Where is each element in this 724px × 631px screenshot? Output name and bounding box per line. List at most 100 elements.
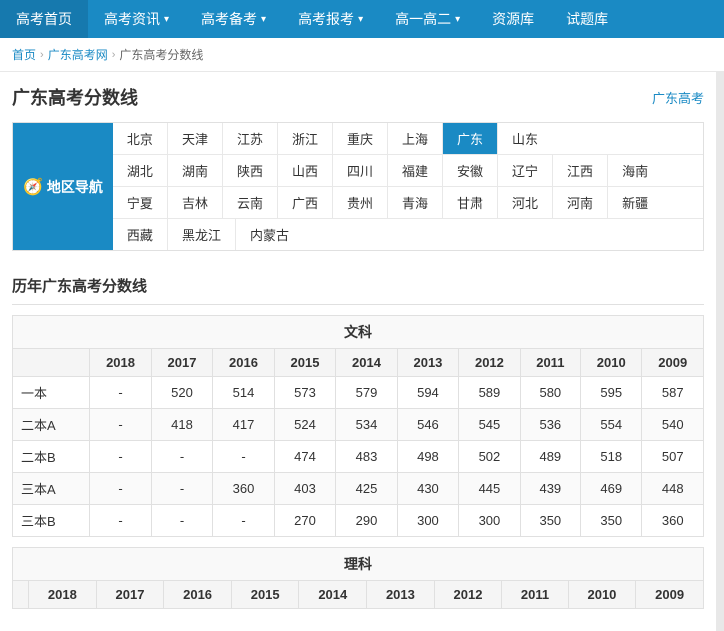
region-shaanxi[interactable]: 陕西 (223, 155, 278, 186)
table-row: 三本A - - 360 403 425 430 445 439 469 448 (13, 473, 704, 505)
nav-apply[interactable]: 高考报考 ▾ (282, 0, 379, 38)
region-henan[interactable]: 河南 (553, 187, 608, 218)
region-shanxi[interactable]: 山西 (278, 155, 333, 186)
region-hainan[interactable]: 海南 (608, 155, 662, 186)
cell: 290 (336, 505, 397, 537)
region-guizhou[interactable]: 贵州 (333, 187, 388, 218)
cell: 594 (397, 377, 458, 409)
region-sichuan[interactable]: 四川 (333, 155, 388, 186)
like-score-table: 2018 2017 2016 2015 2014 2013 2012 2011 … (12, 580, 704, 609)
region-tianjin[interactable]: 天津 (168, 123, 223, 154)
cell: 546 (397, 409, 458, 441)
cell: 540 (642, 409, 704, 441)
region-guangdong[interactable]: 广东 (443, 123, 498, 154)
like-col-2014: 2014 (299, 581, 367, 609)
wenke-col-2009: 2009 (642, 349, 704, 377)
row-label-sanbenb: 三本B (13, 505, 90, 537)
like-col-2009: 2009 (636, 581, 704, 609)
page-subtitle: 广东高考 (652, 88, 704, 107)
region-shandong[interactable]: 山东 (498, 123, 552, 154)
nav-news[interactable]: 高考资讯 ▾ (88, 0, 185, 38)
cell: 589 (459, 377, 520, 409)
cell: 448 (642, 473, 704, 505)
cell: 520 (151, 377, 212, 409)
region-guangxi[interactable]: 广西 (278, 187, 333, 218)
arrow-icon: ▾ (455, 14, 460, 25)
cell: 403 (274, 473, 335, 505)
region-jiangxi[interactable]: 江西 (553, 155, 608, 186)
region-shanghai[interactable]: 上海 (388, 123, 443, 154)
top-navigation: 高考首页 高考资讯 ▾ 高考备考 ▾ 高考报考 ▾ 高一高二 ▾ 资源库 试题库 (0, 0, 724, 38)
region-navigation: 🧭 地区导航 北京 天津 江苏 浙江 重庆 上海 广东 山东 湖北 湖南 陕西 (12, 122, 704, 251)
cell: 507 (642, 441, 704, 473)
region-hubei[interactable]: 湖北 (113, 155, 168, 186)
nav-questions[interactable]: 试题库 (550, 0, 624, 38)
nav-home[interactable]: 高考首页 (0, 0, 88, 38)
page-title-bar: 广东高考分数线 广东高考 (12, 84, 704, 110)
wenke-col-2010: 2010 (580, 349, 641, 377)
like-col-2016: 2016 (164, 581, 232, 609)
region-hunan[interactable]: 湖南 (168, 155, 223, 186)
wenke-score-table: 2018 2017 2016 2015 2014 2013 2012 2011 … (12, 348, 704, 537)
region-yunnan[interactable]: 云南 (223, 187, 278, 218)
cell: - (90, 505, 151, 537)
region-jilin[interactable]: 吉林 (168, 187, 223, 218)
table-row: 一本 - 520 514 573 579 594 589 580 595 587 (13, 377, 704, 409)
cell: - (151, 473, 212, 505)
region-row-3: 宁夏 吉林 云南 广西 贵州 青海 甘肃 河北 河南 新疆 (113, 187, 703, 219)
region-xinjiang[interactable]: 新疆 (608, 187, 662, 218)
wenke-col-2014: 2014 (336, 349, 397, 377)
wenke-col-2016: 2016 (213, 349, 274, 377)
region-zhejiang[interactable]: 浙江 (278, 123, 333, 154)
region-anhui[interactable]: 安徽 (443, 155, 498, 186)
cell: 489 (520, 441, 580, 473)
wenke-col-2018: 2018 (90, 349, 151, 377)
region-jiangsu[interactable]: 江苏 (223, 123, 278, 154)
breadcrumb-sep: › (40, 49, 44, 61)
cell: 483 (336, 441, 397, 473)
breadcrumb-guangdong[interactable]: 广东高考网 (48, 46, 108, 63)
region-ningxia[interactable]: 宁夏 (113, 187, 168, 218)
cell: 554 (580, 409, 641, 441)
region-qinghai[interactable]: 青海 (388, 187, 443, 218)
cell: - (151, 441, 212, 473)
breadcrumb-home[interactable]: 首页 (12, 46, 36, 63)
cell: 534 (336, 409, 397, 441)
compass-icon: 🧭 (23, 177, 43, 197)
arrow-icon: ▾ (358, 14, 363, 25)
cell: 524 (274, 409, 335, 441)
like-col-2011: 2011 (502, 581, 568, 609)
region-hebei[interactable]: 河北 (498, 187, 553, 218)
cell: 579 (336, 377, 397, 409)
region-nav-header: 🧭 地区导航 (13, 123, 113, 250)
cell: - (90, 377, 151, 409)
like-col-2013: 2013 (367, 581, 435, 609)
row-label-yiben: 一本 (13, 377, 90, 409)
region-xizang[interactable]: 西藏 (113, 219, 168, 250)
table-row: 三本B - - - 270 290 300 300 350 350 360 (13, 505, 704, 537)
table-row: 二本A - 418 417 524 534 546 545 536 554 54… (13, 409, 704, 441)
region-fujian[interactable]: 福建 (388, 155, 443, 186)
cell: 587 (642, 377, 704, 409)
region-nav-label: 地区导航 (47, 177, 103, 197)
cell: 469 (580, 473, 641, 505)
cell: 498 (397, 441, 458, 473)
region-liaoning[interactable]: 辽宁 (498, 155, 553, 186)
cell: 430 (397, 473, 458, 505)
region-row-1: 北京 天津 江苏 浙江 重庆 上海 广东 山东 (113, 123, 703, 155)
wenke-category-title: 文科 (12, 315, 704, 348)
region-heilongjiang[interactable]: 黑龙江 (168, 219, 236, 250)
region-chongqing[interactable]: 重庆 (333, 123, 388, 154)
nav-grade[interactable]: 高一高二 ▾ (379, 0, 476, 38)
region-rows: 北京 天津 江苏 浙江 重庆 上海 广东 山东 湖北 湖南 陕西 山西 四川 福… (113, 123, 703, 250)
nav-resources[interactable]: 资源库 (476, 0, 550, 38)
region-neimenggu[interactable]: 内蒙古 (236, 219, 303, 250)
cell: 360 (642, 505, 704, 537)
region-gansu[interactable]: 甘肃 (443, 187, 498, 218)
cell: 502 (459, 441, 520, 473)
like-col-label (13, 581, 29, 609)
cell: - (90, 441, 151, 473)
region-beijing[interactable]: 北京 (113, 123, 168, 154)
nav-prep[interactable]: 高考备考 ▾ (185, 0, 282, 38)
wenke-col-2013: 2013 (397, 349, 458, 377)
